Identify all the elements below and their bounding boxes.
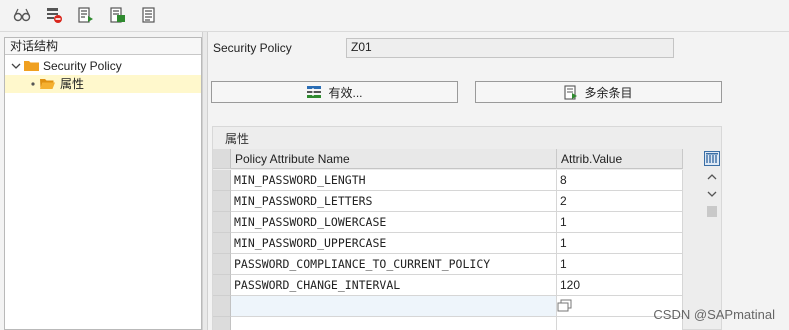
group-title: 属性 [225,132,250,146]
row-selector[interactable] [213,233,231,254]
valid-entries-button[interactable]: 有效... [211,81,458,103]
document-list-icon [142,7,155,23]
document-list-button[interactable] [138,4,162,26]
tree-item-security-policy[interactable]: Security Policy [5,57,201,75]
row-selector[interactable] [213,254,231,275]
scroll-down-icon[interactable] [707,190,717,198]
delete-button[interactable] [42,4,66,26]
scroll-up-icon[interactable] [707,173,717,181]
watermark: CSDN @SAPmatinal [653,307,775,322]
vertical-scrollbar[interactable] [703,150,721,330]
tree-item-attributes[interactable]: 属性 [5,75,201,93]
tree-item-label: 属性 [60,77,85,91]
open-folder-icon [40,79,55,89]
attribute-value-cell[interactable]: 1 [557,212,683,233]
row-selector[interactable] [213,170,231,191]
glasses-display-icon [13,8,31,22]
attribute-value-cell[interactable]: 1 [557,233,683,254]
attribute-name-cell: MIN_PASSWORD_LOWERCASE [231,212,557,233]
select-button[interactable] [106,4,130,26]
toolbar [0,0,789,32]
row-selector[interactable] [213,212,231,233]
extra-entries-button[interactable]: 多余条目 [475,81,722,103]
row-selector[interactable] [213,275,231,296]
folder-icon [24,61,39,71]
delete-entry-icon [47,8,62,23]
scroll-thumb[interactable] [707,206,717,217]
security-policy-field: Z01 [346,38,674,58]
attribute-value-cell[interactable]: 2 [557,191,683,212]
attribute-name-cell: PASSWORD_CHANGE_INTERVAL [231,275,557,296]
attribute-value-cell[interactable]: 1 [557,254,683,275]
chevron-down-icon[interactable] [11,61,21,71]
tree-item-label: Security Policy [43,59,122,73]
attribute-name-cell [231,317,557,330]
security-policy-label: Security Policy [213,41,292,55]
bullet-icon [31,82,35,86]
extra-entries-label: 多余条目 [584,85,633,100]
f4-help-icon[interactable] [557,299,573,313]
tree-header: 对话结构 [5,38,201,55]
column-header-policy-attribute-name[interactable]: Policy Attribute Name [231,149,557,169]
pane-splitter[interactable] [202,32,208,330]
extra-entries-icon [564,84,578,100]
attribute-name-cell: PASSWORD_COMPLIANCE_TO_CURRENT_POLICY [231,254,557,275]
valid-entries-icon [307,86,322,98]
attribute-name-cell: MIN_PASSWORD_LENGTH [231,170,557,191]
attribute-value-cell[interactable]: 120 [557,275,683,296]
dialog-structure-tree: 对话结构 Security Policy 属性 [4,37,202,330]
display-glasses-button[interactable] [10,4,34,26]
valid-entries-label: 有效... [328,85,363,100]
attribute-name-cell: MIN_PASSWORD_UPPERCASE [231,233,557,254]
attribute-name-input[interactable] [231,296,557,317]
column-header-attrib-value[interactable]: Attrib.Value [557,149,683,169]
execute-button[interactable] [74,4,98,26]
select-all-cell[interactable] [213,149,231,169]
row-selector[interactable] [213,191,231,212]
select-entries-icon [110,7,125,23]
row-selector[interactable] [213,317,231,330]
attributes-group: 属性 Policy Attribute Name Attrib.Value MI… [212,126,722,330]
execute-entries-icon [78,7,93,23]
attribute-value-cell[interactable]: 8 [557,170,683,191]
row-selector[interactable] [213,296,231,317]
attribute-name-cell: MIN_PASSWORD_LETTERS [231,191,557,212]
table-header: Policy Attribute Name Attrib.Value [213,149,683,169]
